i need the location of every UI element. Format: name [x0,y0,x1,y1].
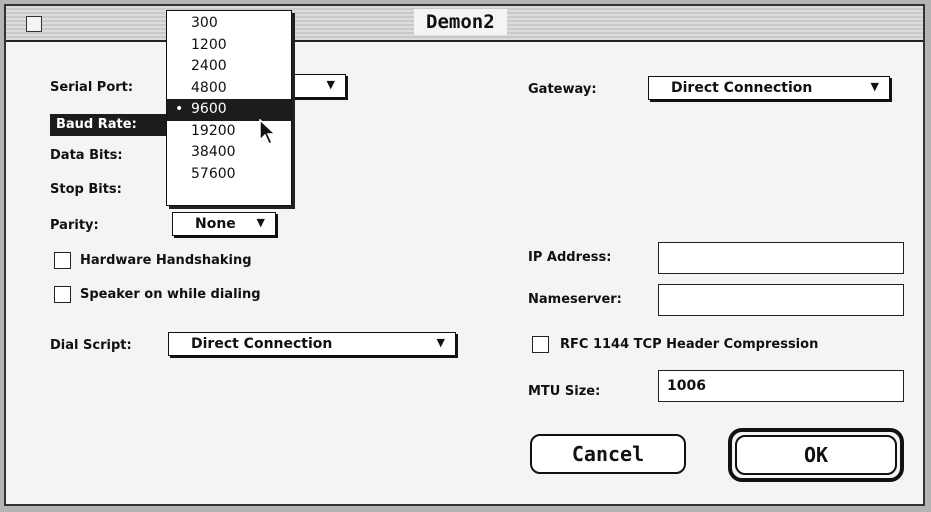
popup-arrow-icon: ▼ [256,216,265,229]
nameserver-field[interactable] [658,284,904,316]
popup-arrow-icon: ▼ [436,336,445,349]
dialog-window: Demon2 Serial Port: 2 ▼ Baud Rate: Data … [4,4,925,506]
ip-address-label: IP Address: [528,250,612,265]
close-box-icon[interactable] [26,16,42,32]
parity-popup[interactable]: None ▼ [172,212,276,236]
speaker-checkbox[interactable] [54,286,71,303]
baud-rate-label: Baud Rate: [50,114,174,136]
dial-script-label: Dial Script: [50,338,132,353]
ok-button[interactable]: OK [735,435,897,475]
gateway-label: Gateway: [528,82,597,97]
checkmark-bullet-icon: • [175,101,184,117]
baud-rate-option[interactable]: 4800 [167,78,291,100]
parity-value: None [195,216,236,232]
window-title: Demon2 [414,9,507,35]
nameserver-label: Nameserver: [528,292,622,307]
speaker-label: Speaker on while dialing [80,287,261,302]
gateway-popup[interactable]: Direct Connection ▼ [648,76,890,100]
baud-rate-option[interactable]: 300 [167,13,291,35]
rfc1144-checkbox[interactable] [532,336,549,353]
serial-port-label: Serial Port: [50,80,134,95]
parity-label: Parity: [50,218,99,233]
data-bits-label: Data Bits: [50,148,123,163]
rfc1144-label: RFC 1144 TCP Header Compression [560,337,819,352]
dial-script-popup[interactable]: Direct Connection ▼ [168,332,456,356]
popup-arrow-icon: ▼ [870,80,879,93]
ip-address-field[interactable] [658,242,904,274]
mtu-size-label: MTU Size: [528,384,601,399]
cancel-button[interactable]: Cancel [530,434,686,474]
title-bar[interactable]: Demon2 [6,6,923,42]
baud-rate-option[interactable]: 2400 [167,56,291,78]
popup-arrow-icon: ▼ [326,78,335,91]
hardware-handshaking-checkbox[interactable] [54,252,71,269]
baud-rate-menu: 300 1200 2400 4800 • 9600 19200 38400 57… [166,10,292,206]
stop-bits-label: Stop Bits: [50,182,122,197]
hardware-handshaking-label: Hardware Handshaking [80,253,252,268]
mouse-pointer-icon [259,119,277,146]
gateway-value: Direct Connection [671,80,813,96]
baud-rate-option[interactable]: 57600 [167,164,291,186]
mtu-size-field[interactable]: 1006 [658,370,904,402]
baud-rate-option-label: 9600 [191,101,227,117]
dial-script-value: Direct Connection [191,336,333,352]
baud-rate-option-selected[interactable]: • 9600 [167,99,291,121]
baud-rate-option[interactable]: 1200 [167,35,291,57]
